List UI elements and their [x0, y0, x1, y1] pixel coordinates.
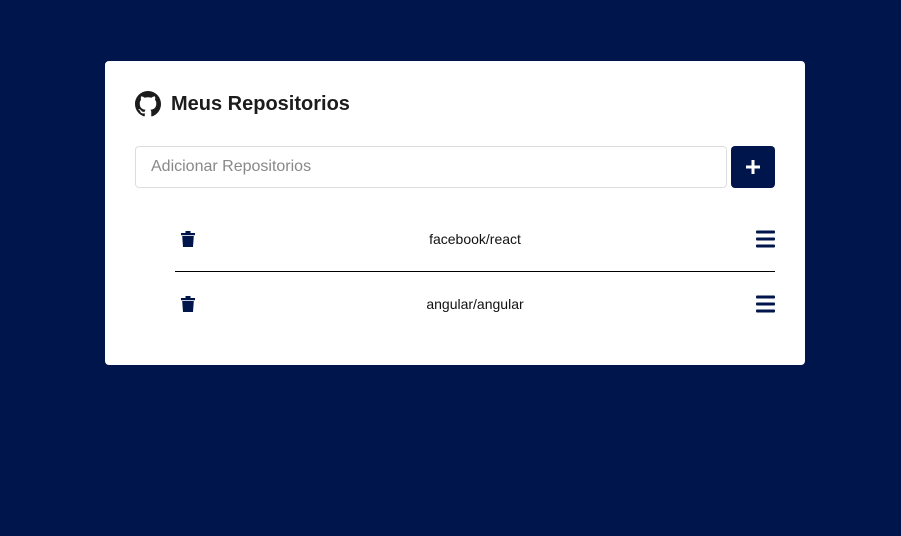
repo-name[interactable]: facebook/react: [429, 231, 521, 247]
bars-icon: [756, 295, 775, 312]
add-repo-form: [135, 146, 775, 188]
delete-repo-button[interactable]: [181, 295, 195, 312]
page-title: Meus Repositorios: [171, 92, 350, 115]
repo-details-button[interactable]: [756, 295, 775, 312]
repo-details-button[interactable]: [756, 230, 775, 248]
repo-name[interactable]: angular/angular: [426, 296, 523, 312]
bars-icon: [756, 230, 775, 248]
repo-list-item: facebook/react: [175, 207, 775, 271]
repo-input[interactable]: [135, 146, 727, 188]
trash-icon: [181, 231, 195, 247]
plus-icon: [746, 160, 760, 174]
trash-icon: [181, 295, 195, 312]
delete-repo-button[interactable]: [181, 231, 195, 247]
repo-list-item: angular/angular: [175, 271, 775, 335]
repo-list: facebook/react angular/angular: [175, 207, 775, 335]
repositories-card: Meus Repositorios Adicionar Repositorios…: [105, 61, 805, 365]
add-repo-button[interactable]: [731, 146, 775, 188]
header: Meus Repositorios: [135, 91, 350, 117]
github-icon: [135, 91, 161, 117]
